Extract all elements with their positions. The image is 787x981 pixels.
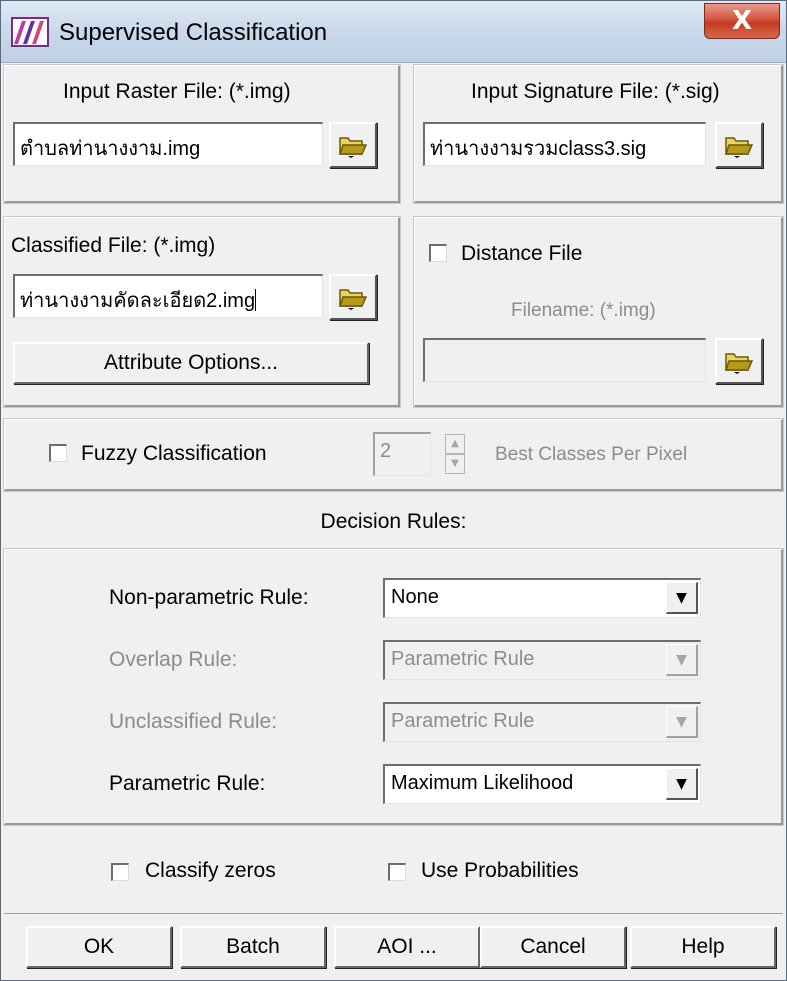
close-button[interactable]: X [704, 3, 780, 39]
parametric-rule-select[interactable]: Maximum Likelihood ▼ [383, 764, 701, 804]
best-classes-label: Best Classes Per Pixel [495, 444, 688, 465]
supervised-classification-window: Supervised Classification X Input Raster… [0, 0, 787, 981]
classified-file-value: ท่านางงามคัดละเอียด2.img [20, 290, 256, 312]
spin-down-icon[interactable]: ▼ [445, 454, 465, 474]
unclassified-rule-value: Parametric Rule [391, 710, 535, 732]
fuzzy-classification-checkbox[interactable] [49, 444, 67, 462]
non-parametric-rule-label: Non-parametric Rule: [109, 586, 309, 609]
title-bar[interactable]: Supervised Classification X [1, 1, 786, 63]
parametric-rule-value: Maximum Likelihood [391, 772, 574, 794]
overlap-rule-label: Overlap Rule: [109, 648, 238, 671]
non-parametric-rule-select[interactable]: None ▼ [383, 578, 701, 618]
distance-file-label: Distance File [461, 242, 583, 265]
best-classes-spin-field[interactable]: 2 [373, 432, 431, 476]
input-signature-label: Input Signature File: (*.sig) [471, 80, 720, 103]
distance-file-checkbox[interactable] [429, 244, 447, 262]
chevron-down-icon[interactable]: ▼ [666, 582, 698, 614]
unclassified-rule-select[interactable]: Parametric Rule ▼ [383, 702, 701, 742]
classified-file-panel: Classified File: (*.img) ท่านางงามคัดละเ… [3, 216, 401, 408]
help-button[interactable]: Help [630, 926, 776, 968]
distance-filename-field[interactable] [423, 338, 706, 382]
non-parametric-rule-value: None [391, 586, 439, 608]
chevron-down-icon[interactable]: ▼ [666, 644, 698, 676]
fuzzy-classification-label: Fuzzy Classification [81, 442, 267, 465]
input-raster-browse-button[interactable] [329, 122, 377, 168]
best-classes-spin-buttons: ▲ ▼ [445, 434, 465, 474]
parametric-rule-label: Parametric Rule: [109, 772, 266, 795]
overlap-rule-select[interactable]: Parametric Rule ▼ [383, 640, 701, 680]
folder-open-icon [338, 289, 368, 310]
overlap-rule-value: Parametric Rule [391, 648, 535, 670]
distance-file-panel: Distance File Filename: (*.img) [413, 216, 784, 408]
distance-file-browse-button[interactable] [715, 338, 763, 384]
window-title: Supervised Classification [59, 19, 328, 46]
decision-rules-header: Decision Rules: [4, 495, 783, 549]
input-signature-panel: Input Signature File: (*.sig) ท่านางงามร… [413, 64, 784, 204]
classified-file-browse-button[interactable] [329, 274, 377, 320]
decision-rules-panel: Non-parametric Rule: None ▼ Overlap Rule… [3, 548, 784, 826]
classify-zeros-label: Classify zeros [145, 859, 276, 882]
chevron-down-icon[interactable]: ▼ [666, 706, 698, 738]
distance-filename-label: Filename: (*.img) [511, 300, 656, 321]
input-signature-field[interactable]: ท่านางงามรวมclass3.sig [423, 122, 706, 166]
classification-app-icon [11, 17, 49, 47]
text-caret [255, 289, 257, 311]
batch-button[interactable]: Batch [180, 926, 326, 968]
spin-up-icon[interactable]: ▲ [445, 434, 465, 454]
chevron-down-icon[interactable]: ▼ [666, 768, 698, 800]
button-row: OK Batch AOI ... Cancel Help [4, 913, 783, 977]
cancel-button[interactable]: Cancel [480, 926, 626, 968]
folder-open-icon [338, 137, 368, 158]
input-raster-panel: Input Raster File: (*.img) ตำบลท่านางงาม… [3, 64, 401, 204]
classified-file-field[interactable]: ท่านางงามคัดละเอียด2.img [13, 274, 323, 318]
aoi-button[interactable]: AOI ... [334, 926, 480, 968]
attribute-options-button[interactable]: Attribute Options... [13, 342, 369, 384]
ok-button[interactable]: OK [26, 926, 172, 968]
input-raster-field[interactable]: ตำบลท่านางงาม.img [13, 122, 323, 166]
fuzzy-classification-panel: Fuzzy Classification 2 ▲ ▼ Best Classes … [3, 418, 784, 492]
folder-open-icon [724, 353, 754, 374]
input-raster-label: Input Raster File: (*.img) [63, 80, 291, 103]
folder-open-icon [724, 137, 754, 158]
classify-zeros-checkbox[interactable] [111, 863, 129, 881]
classified-file-label: Classified File: (*.img) [11, 234, 216, 257]
input-signature-browse-button[interactable] [715, 122, 763, 168]
use-probabilities-checkbox[interactable] [388, 863, 406, 881]
unclassified-rule-label: Unclassified Rule: [109, 710, 278, 733]
use-probabilities-label: Use Probabilities [421, 859, 579, 882]
